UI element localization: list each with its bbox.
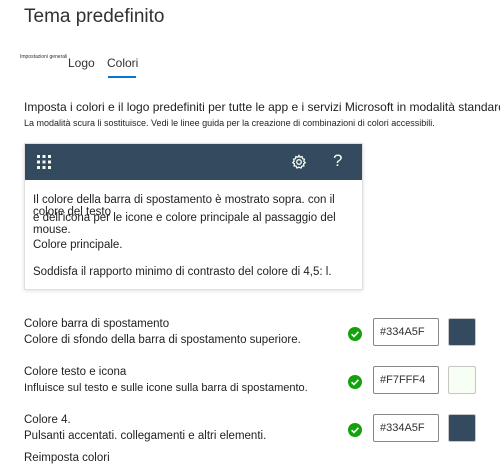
preview-text-line: e dell'icona per le icone e colore princ… [33,212,336,236]
help-icon: ? [333,151,343,170]
setting-description: Colore di sfondo della barra di spostame… [24,334,301,346]
setting-description: Influisce sul testo e sulle icone sulla … [24,382,308,394]
text-icon-color-input[interactable] [373,366,439,394]
tab-logo[interactable]: Logo [68,56,95,70]
page-title: Tema predefinito [24,6,165,27]
text-icon-color-swatch[interactable] [448,366,476,394]
color-setting-text-icon: Colore testo e icona Influisce sul testo… [24,366,484,406]
setting-title: Colore 4. [24,414,71,426]
color-setting-navigation-bar: Colore barra di spostamento Colore di sf… [24,318,484,358]
check-circle-icon [348,327,362,341]
tab-general[interactable]: Impostazioni generali [20,54,67,60]
description-note: La modalità scura li sostituisce. Vedi l… [24,118,435,128]
setting-title: Colore barra di spostamento [24,318,170,330]
check-circle-icon [348,375,362,389]
setting-title: Colore testo e icona [24,366,127,378]
accent-color-swatch[interactable] [448,414,476,442]
preview-navigation-bar: ? [25,144,362,180]
tab-colors[interactable]: Colori [107,56,138,70]
setting-description: Pulsanti accentati. collegamenti e altri… [24,430,267,442]
check-circle-icon [348,423,362,437]
color-setting-accent: Colore 4. Pulsanti accentati. collegamen… [24,414,484,454]
waffle-icon [37,155,51,169]
preview-contrast-text: Soddisfa il rapporto minimo di contrasto… [33,266,332,278]
preview-accent-text: Colore principale. [33,239,123,251]
navigation-bar-color-swatch[interactable] [448,318,476,346]
gear-icon [291,154,307,169]
accent-color-input[interactable] [373,414,439,442]
tab-active-indicator [108,76,136,78]
description-text: Imposta i colori e il logo predefiniti p… [24,100,500,114]
navigation-bar-color-input[interactable] [373,318,439,346]
theme-preview: ? Il colore della barra di spostamento è… [24,143,363,290]
reset-colors-link[interactable]: Reimposta colori [24,452,110,464]
